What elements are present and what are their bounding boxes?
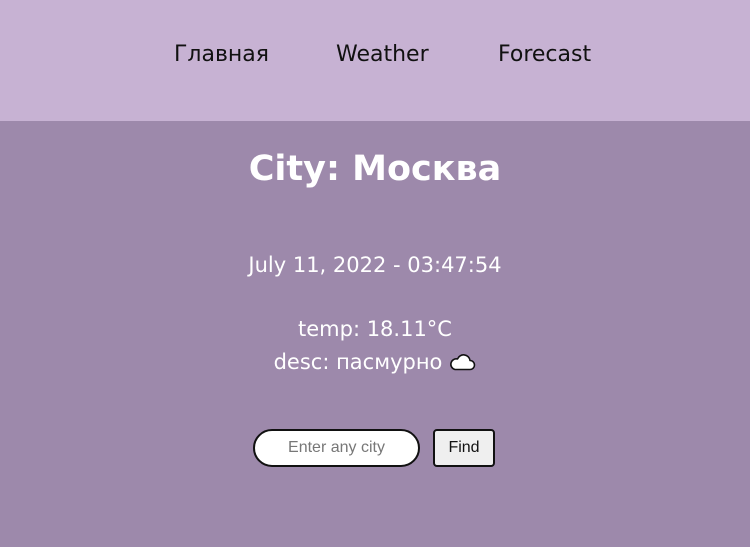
weather-panel: City: Москва July 11, 2022 - 03:47:54 te…: [0, 121, 750, 547]
description-text: desc: пасмурно: [273, 350, 443, 374]
nav-link-forecast[interactable]: Forecast: [498, 42, 591, 67]
find-button[interactable]: Find: [433, 429, 495, 467]
top-navigation: Главная Weather Forecast: [0, 0, 750, 121]
city-search-input[interactable]: [253, 429, 420, 467]
city-title: City: Москва: [248, 149, 502, 189]
nav-link-weather[interactable]: Weather: [336, 42, 429, 67]
description-row: desc: пасмурно: [0, 350, 750, 376]
cloud-icon: [448, 352, 476, 376]
temperature-text: temp: 18.11°C: [298, 317, 452, 341]
nav-link-home[interactable]: Главная: [174, 42, 269, 67]
datetime-text: July 11, 2022 - 03:47:54: [248, 253, 502, 277]
